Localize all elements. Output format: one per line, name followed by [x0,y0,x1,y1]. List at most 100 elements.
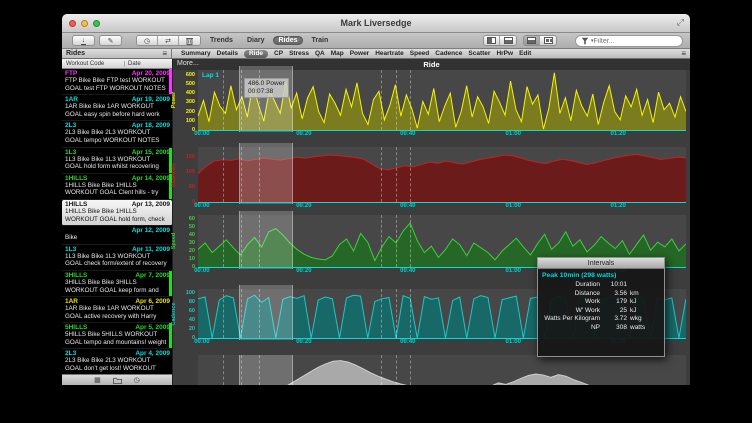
tab-stress[interactable]: Stress [289,50,309,57]
interval-stat-row: W' Work25kJ [538,307,664,316]
ride-list-item[interactable]: FTPApr 20, 2009FTP Bike Bike FTP test WO… [62,69,172,95]
ytick-label: 0 [175,127,195,133]
folder-icon[interactable] [113,377,122,384]
workout-date: Apr 4, 2009 [135,350,170,357]
workout-code: 1L3 [65,149,76,156]
workout-description: WORKOUT GOAL hold form, check [65,216,170,224]
ride-list-item[interactable]: 2L3Apr 18, 20092L3 Bike Bike 2L3 WORKOUT… [62,121,172,147]
xtick-label: 01:00 [506,131,521,137]
interval-stat-row: Watts Per Kilogram3.72wkg [538,315,664,324]
interval-stat-label: Distance [538,290,604,299]
tabbed-view-button[interactable] [524,36,540,45]
ride-list-item[interactable]: 5HILLSApr 5, 20095HILLS Bike 5HILLS WORK… [62,323,172,349]
workout-description: 5HILLS Bike 5HILLS WORKOUT [65,331,170,339]
toggle-bottom-bar-button[interactable] [500,36,516,45]
workout-description: 2L3 Bike Bike 2L3 WORKOUT [65,357,170,365]
selection-region[interactable] [239,66,293,132]
ytick-label: 40 [175,317,195,323]
ride-row-header: 2L3Apr 18, 2009 [65,122,170,129]
stopwatch-button[interactable]: ◷ [137,36,158,45]
clock-icon[interactable]: ◷ [134,375,140,386]
workout-description: WORKOUT GOAL keep form and [65,287,170,295]
tab-cadence[interactable]: Cadence [435,50,462,57]
interval-marker-line [396,289,397,338]
fullscreen-icon[interactable]: ⤢ [677,17,684,28]
ride-list-item[interactable]: 2L3Apr 4, 20092L3 Bike Bike 2L3 WORKOUTG… [62,349,172,374]
ride-row-header: 1L3Apr 15, 2009 [65,149,170,156]
xtick-label: 00:00 [194,131,209,137]
intervals-popup[interactable]: Intervals Peak 10min (298 watts) Duratio… [537,257,665,357]
tiled-view-button[interactable] [540,36,556,45]
tab-cp[interactable]: CP [274,50,283,57]
xtick-label: 00:00 [194,339,209,345]
selection-region[interactable] [239,143,293,204]
xtick-label: 00:40 [400,339,415,345]
column-workout-code[interactable]: Workout Code [66,61,104,67]
column-date[interactable]: Date [124,61,141,67]
chart-menu-icon[interactable]: ≡ [681,49,686,59]
chart-altitude[interactable]: 100150200Altitude [198,355,686,385]
import-ride-button[interactable]: ↓ [72,35,95,46]
ride-list-item[interactable]: Apr 12, 2009Bike [62,226,172,245]
filter-box[interactable]: ▾ [575,35,683,47]
split-ride-button[interactable]: ⇄ [158,36,179,45]
tab-speed[interactable]: Speed [410,50,430,57]
sidebar-menu-icon[interactable]: ≡ [162,49,167,59]
workout-code: 1AR [65,96,78,103]
view-tab-diary[interactable]: Diary [242,36,270,45]
workout-description: FTP Bike Bike FTP test WORKOUT [65,77,170,85]
xtick-label: 00:20 [296,203,311,209]
sidebar-footer: ▦ ◷ [62,374,172,385]
tab-scatter[interactable]: Scatter [468,50,490,57]
workout-date: Apr 19, 2009 [132,96,170,103]
view-tab-trends[interactable]: Trends [205,36,238,45]
ride-row-header: 3HILLSApr 7, 2009 [65,272,170,279]
workout-description: GOAL easy spin before hard work [65,111,170,119]
selection-region[interactable] [239,211,293,269]
title-bar[interactable]: Mark Liversedge ⤢ [62,14,690,33]
power-tooltip-value: 486.0 Power [248,80,285,88]
tab-ride[interactable]: Ride [244,50,268,58]
ride-list-item[interactable]: 1ARApr 19, 20091AR Bike Bike 1AR WORKOUT… [62,95,172,121]
tab-edit[interactable]: Edit [519,50,531,57]
interval-stat-row: Work179kJ [538,298,664,307]
xtick-label: 00:20 [296,131,311,137]
bottom-bar-icon [504,37,513,44]
y-axis-title: Cadence [171,302,177,325]
workout-description: 1L3 Bike Bike 1L3 WORKOUT [65,253,170,261]
selection-region[interactable] [239,355,293,385]
view-tab-train[interactable]: Train [307,36,334,45]
tab-qa[interactable]: QA [315,50,325,57]
view-tab-rides[interactable]: Rides [273,36,302,45]
selection-region[interactable] [239,285,293,340]
ride-list-item[interactable]: 1HILLSApr 13, 20091HILLS Bike Bike 1HILL… [62,200,172,226]
intervals-popup-title[interactable]: Intervals [538,258,664,269]
tab-summary[interactable]: Summary [181,50,211,57]
interval-marker-line [241,215,242,267]
list-header[interactable]: Workout Code Date [62,59,172,69]
ride-list-item[interactable]: 1HILLSApr 14, 20091HILLS Bike Bike 1HILL… [62,174,172,200]
workout-description: 1HILLS Bike Bike 1HILLS [65,182,170,190]
ride-list-item[interactable]: 3HILLSApr 7, 20093HILLS Bike Bike 3HILLS… [62,271,172,297]
ride-row-header: Apr 12, 2009 [65,227,170,234]
ytick-label: 200 [175,109,195,115]
ride-list-item[interactable]: 1L3Apr 15, 20091L3 Bike Bike 1L3 WORKOUT… [62,148,172,174]
delete-ride-button[interactable] [179,36,200,45]
sidebar-toggle-group [483,35,517,46]
filter-input[interactable] [594,38,674,45]
trash-icon [186,37,193,45]
tab-power[interactable]: Power [350,50,370,57]
ride-list-item[interactable]: 1ARApr 6, 20091AR Bike Bike 1AR WORKOUTG… [62,297,172,323]
ride-row-header: 2L3Apr 4, 2009 [65,350,170,357]
tab-hrpw[interactable]: HrPw [496,50,513,57]
tab-details[interactable]: Details [217,50,238,57]
toggle-left-sidebar-button[interactable] [484,36,500,45]
toolbar: ↓ ✎ ◷ ⇄ Trends DiaryRides Train ▾ [62,33,690,49]
tab-map[interactable]: Map [331,50,344,57]
tab-heartrate[interactable]: Heartrate [375,50,404,57]
grid-view-icon[interactable]: ▦ [94,375,101,386]
ride-list-item[interactable]: 1L3Apr 11, 20091L3 Bike Bike 1L3 WORKOUT… [62,245,172,271]
workout-description: GOAL check form/extent of recovery [65,260,170,268]
chart-heartrate[interactable]: 050100150Heartrate00:0000:2000:4001:0001… [198,147,686,202]
manual-entry-button[interactable]: ✎ [99,35,122,46]
